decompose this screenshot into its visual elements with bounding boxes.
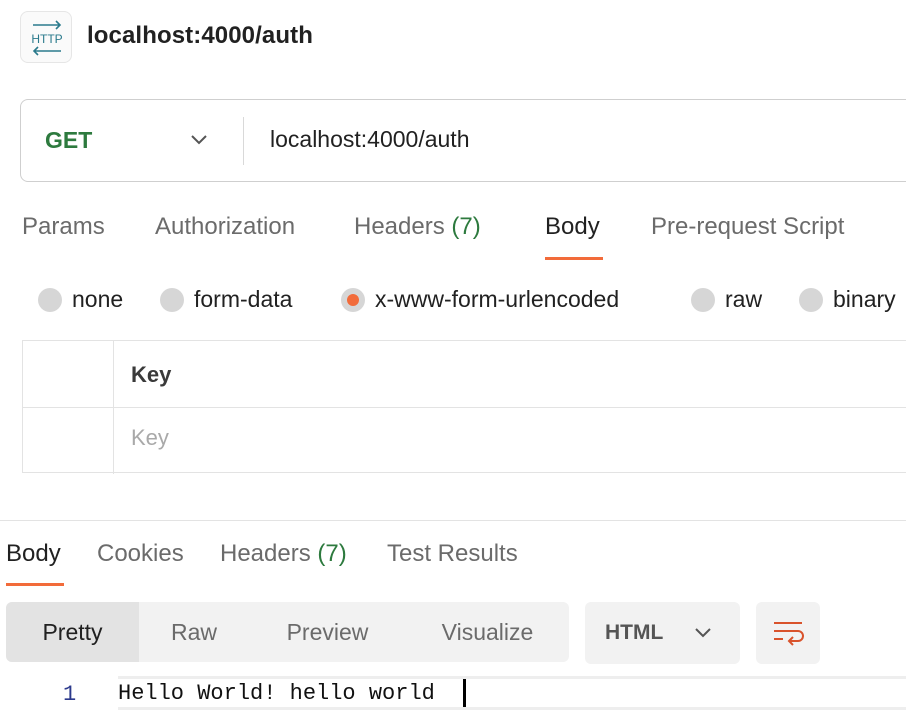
format-dropdown[interactable]: HTML (585, 602, 740, 664)
radio-label: none (72, 286, 124, 312)
tab-authorization[interactable]: Authorization (155, 213, 295, 241)
radio-label: binary (833, 286, 896, 312)
tab-label: Body (6, 540, 61, 567)
http-icon: HTTP (20, 11, 72, 63)
tab-label: Authorization (155, 213, 296, 240)
tab-label: Pre-request Script (651, 213, 845, 240)
response-tab-body[interactable]: Body (6, 540, 61, 568)
radio-label: x-www-form-urlencoded (375, 286, 620, 312)
radio-circle-selected[interactable] (341, 288, 365, 312)
request-header: HTTP localhost:4000/auth (0, 0, 906, 80)
key-column-header: Key (131, 362, 172, 387)
tab-pre-request-script[interactable]: Pre-request Script (651, 213, 844, 241)
radio-circle[interactable] (691, 288, 715, 312)
tab-params[interactable]: Params (22, 213, 105, 241)
response-tab-test-results[interactable]: Test Results (387, 540, 518, 568)
text-caret (463, 679, 466, 707)
radio-label: raw (725, 286, 763, 312)
wrap-lines-button[interactable] (756, 602, 820, 664)
tab-label: Cookies (97, 540, 184, 567)
svg-text:HTTP: HTTP (31, 32, 62, 46)
line-gutter: 1 (0, 678, 110, 712)
request-title[interactable]: localhost:4000/auth (87, 22, 313, 50)
tab-label: Headers (220, 540, 311, 567)
response-tab-cookies[interactable]: Cookies (97, 540, 184, 568)
line-number: 1 (63, 682, 77, 707)
radio-circle[interactable] (799, 288, 823, 312)
radio-x-www-form-urlencoded[interactable]: x-www-form-urlencoded (341, 286, 681, 316)
active-tab-indicator (545, 257, 603, 260)
response-tab-headers[interactable]: Headers (7) (220, 540, 347, 568)
key-input[interactable]: Key (131, 425, 169, 451)
tab-label: Params (22, 213, 105, 240)
url-input[interactable]: localhost:4000/auth (270, 126, 470, 153)
code-text: Hello World! hello world (118, 681, 435, 706)
active-response-tab-indicator (6, 583, 64, 586)
radio-selected-dot (347, 294, 359, 306)
method-selector[interactable]: GET (45, 127, 92, 154)
radio-form-data[interactable]: form-data (160, 286, 330, 316)
url-divider (243, 117, 244, 165)
chevron-down-icon (695, 628, 711, 638)
tab-label: Test Results (387, 540, 518, 567)
view-pretty-button[interactable]: Pretty (6, 602, 139, 662)
radio-none[interactable]: none (38, 286, 148, 316)
body-type-radios: none form-data x-www-form-urlencoded raw… (0, 280, 906, 320)
view-mode-selector: Pretty Raw Preview Visualize (6, 602, 569, 662)
radio-raw[interactable]: raw (691, 286, 781, 316)
request-tabs: Params Authorization Headers (7) Body Pr… (0, 208, 906, 268)
chevron-down-icon[interactable] (189, 132, 209, 146)
tab-count: (7) (317, 540, 347, 567)
row-divider (23, 407, 906, 408)
radio-circle[interactable] (160, 288, 184, 312)
tab-headers[interactable]: Headers (7) (354, 213, 481, 241)
key-value-table: Key Key (22, 340, 906, 474)
radio-binary[interactable]: binary (799, 286, 906, 316)
format-label: HTML (605, 621, 664, 644)
tab-body[interactable]: Body (545, 213, 600, 241)
wrap-lines-icon (774, 622, 804, 646)
view-raw-button[interactable]: Raw (139, 602, 249, 662)
code-line[interactable]: Hello World! hello world (118, 676, 906, 710)
url-bar: GET localhost:4000/auth (20, 99, 906, 182)
tab-count: (7) (451, 213, 481, 240)
response-tabs: Body Cookies Headers (7) Test Results (0, 535, 906, 590)
tab-label: Headers (354, 213, 445, 240)
view-preview-button[interactable]: Preview (249, 602, 406, 662)
radio-circle[interactable] (38, 288, 62, 312)
response-divider (0, 520, 906, 521)
view-visualize-button[interactable]: Visualize (406, 602, 569, 662)
radio-label: form-data (194, 286, 293, 312)
tab-label: Body (545, 213, 600, 240)
